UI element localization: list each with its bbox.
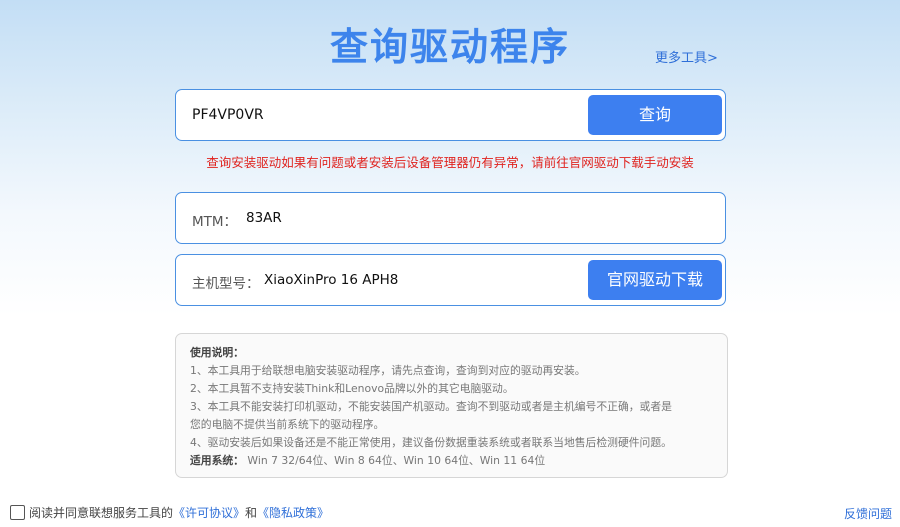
agree-checkbox[interactable] xyxy=(10,505,25,520)
model-label: 主机型号： xyxy=(192,276,260,292)
model-box: 主机型号： XiaoXinPro 16 APH8 官网驱动下载 xyxy=(175,254,726,306)
more-tools-link[interactable]: 更多工具> xyxy=(655,47,718,66)
mtm-box: MTM： 83AR xyxy=(175,192,726,244)
instructions-panel: 使用说明： 1、本工具用于给联想电脑安装驱动程序，请先点查询，查询到对应的驱动再… xyxy=(175,333,728,478)
and-text: 和 xyxy=(245,506,258,520)
query-button[interactable]: 查询 xyxy=(588,95,722,135)
instruction-line: 3、本工具不能安装打印机驱动，不能安装国产机驱动。查询不到驱动或者是主机编号不正… xyxy=(190,400,672,413)
privacy-policy-link[interactable]: 《隐私政策》 xyxy=(257,504,329,521)
serial-number-input[interactable] xyxy=(192,104,582,126)
instructions-heading: 使用说明： xyxy=(190,346,244,359)
agree-text: 阅读并同意联想服务工具的 xyxy=(29,506,174,520)
mtm-label: MTM： xyxy=(192,214,238,230)
supported-systems-value: Win 7 32/64位、Win 8 64位、Win 10 64位、Win 11… xyxy=(247,454,546,467)
model-value: XiaoXinPro 16 APH8 xyxy=(264,272,399,288)
instruction-line: 1、本工具用于给联想电脑安装驱动程序，请先点查询，查询到对应的驱动再安装。 xyxy=(190,364,586,377)
supported-systems: 适用系统： Win 7 32/64位、Win 8 64位、Win 10 64位、… xyxy=(190,452,713,470)
instruction-line: 4、驱动安装后如果设备还是不能正常使用，建议备份数据重装系统或者联系当地售后检测… xyxy=(190,436,672,449)
license-agreement-link[interactable]: 《许可协议》 xyxy=(173,504,245,521)
mtm-value: 83AR xyxy=(246,210,282,226)
serial-search-box: 查询 xyxy=(175,89,726,141)
official-driver-download-button[interactable]: 官网驱动下载 xyxy=(588,260,722,300)
feedback-link[interactable]: 反馈问题 xyxy=(844,505,892,522)
warning-message: 查询安装驱动如果有问题或者安装后设备管理器仍有异常，请前往官网驱动下载手动安装 xyxy=(206,155,694,170)
agreement-row: 阅读并同意联想服务工具的 《许可协议》 和 《隐私政策》 xyxy=(10,504,329,521)
instruction-line: 您的电脑不提供当前系统下的驱动程序。 xyxy=(190,418,385,431)
instruction-line: 2、本工具暂不支持安装Think和Lenovo品牌以外的其它电脑驱动。 xyxy=(190,382,514,395)
page-title: 查询驱动程序 xyxy=(329,25,570,69)
supported-systems-label: 适用系统： xyxy=(190,454,244,467)
